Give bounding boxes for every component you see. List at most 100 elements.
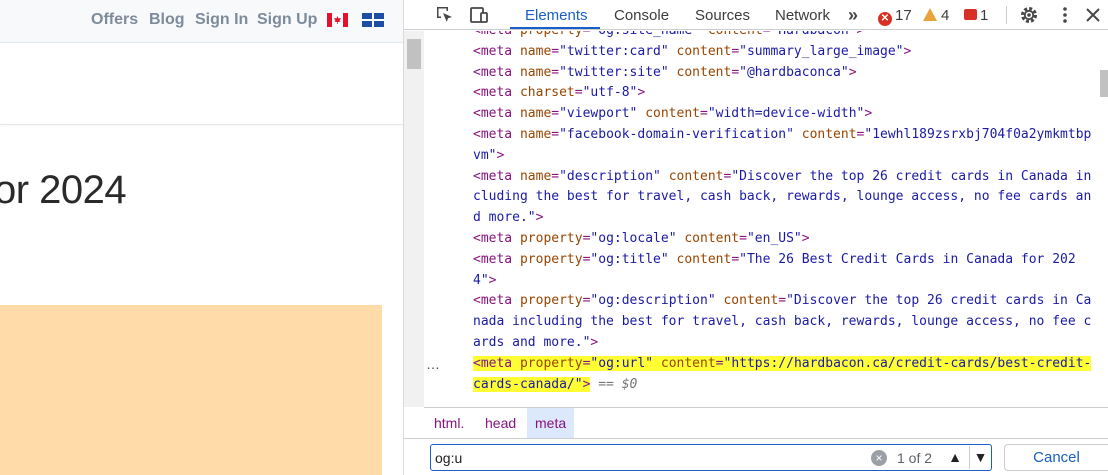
nav-link-sign-up[interactable]: Sign Up bbox=[257, 11, 317, 29]
code-token: <meta bbox=[473, 126, 520, 142]
code-line[interactable]: … <meta property="og:url" content="https:… bbox=[424, 353, 1100, 396]
code-token: <meta bbox=[473, 106, 520, 122]
code-line[interactable]: <meta name="description" content="Discov… bbox=[424, 167, 1100, 229]
code-token: content bbox=[684, 230, 740, 246]
code-token: content bbox=[676, 64, 732, 80]
code-token: <meta bbox=[473, 251, 520, 267]
code-token: "utf-8" bbox=[582, 85, 638, 101]
code-line[interactable]: <meta property="og:description" content=… bbox=[424, 291, 1100, 353]
code-line[interactable]: <meta name="twitter:site" content="@hard… bbox=[424, 63, 1100, 84]
nav-link-blog[interactable]: Blog bbox=[149, 11, 185, 29]
search-bar: × 1 of 2 ▲ ▼ Cancel bbox=[404, 438, 1108, 475]
code-token: > bbox=[903, 43, 912, 59]
tab-console[interactable]: Console bbox=[614, 7, 669, 24]
code-token: > bbox=[488, 272, 497, 288]
web-page: Offers Blog Sign In Sign Up or 2024 bbox=[0, 0, 403, 475]
code-token: == $0 bbox=[590, 376, 638, 392]
code-token: content bbox=[676, 43, 732, 59]
code-token: charset bbox=[519, 85, 575, 101]
breadcrumb-head[interactable]: head bbox=[477, 408, 524, 438]
code-token: content bbox=[676, 251, 732, 267]
tab-sources[interactable]: Sources bbox=[695, 7, 750, 24]
code-token: <meta bbox=[473, 31, 520, 38]
breadcrumb-meta[interactable]: meta bbox=[527, 408, 575, 438]
code-token: = bbox=[574, 85, 583, 101]
nav-link-offers[interactable]: Offers bbox=[91, 11, 138, 29]
code-token: = bbox=[551, 168, 560, 184]
code-token: = bbox=[715, 355, 724, 371]
inspect-element-icon[interactable] bbox=[434, 4, 456, 26]
code-token: "og:title" bbox=[590, 251, 677, 267]
code-token: content bbox=[668, 168, 724, 184]
code-token: property bbox=[519, 230, 583, 246]
previous-match-button[interactable]: ▲ bbox=[943, 446, 967, 469]
ellipsis-icon[interactable]: … bbox=[426, 354, 440, 375]
device-toolbar-icon[interactable] bbox=[468, 4, 490, 26]
code-token: <meta bbox=[473, 293, 520, 309]
tab-elements[interactable]: Elements bbox=[525, 7, 588, 24]
code-line[interactable]: <meta charset="utf-8"> bbox=[424, 83, 1100, 104]
code-token: > bbox=[857, 31, 865, 38]
code-token: <meta bbox=[473, 355, 520, 371]
devtools-panel: Elements Console Sources Network » ✕ 17 4… bbox=[404, 0, 1108, 475]
code-token: = bbox=[739, 230, 747, 246]
quebec-flag-icon[interactable] bbox=[362, 13, 384, 27]
code-token: name bbox=[519, 43, 552, 59]
next-match-button[interactable]: ▼ bbox=[969, 446, 991, 469]
tree-gutter bbox=[404, 31, 424, 407]
elements-tree[interactable]: <meta property="og:site_name" content="H… bbox=[404, 31, 1108, 407]
code-token: property bbox=[520, 31, 583, 38]
code-line[interactable]: <meta property="og:title" content="The 2… bbox=[424, 250, 1100, 292]
nav-link-sign-in[interactable]: Sign In bbox=[195, 11, 248, 29]
warnings-badge[interactable]: 4 bbox=[923, 7, 949, 24]
site-nav: Offers Blog Sign In Sign Up bbox=[0, 0, 403, 43]
code-token: "og:description" bbox=[590, 293, 724, 309]
code-line[interactable]: <meta name="facebook-domain-verification… bbox=[424, 125, 1100, 167]
code-token: content bbox=[660, 355, 716, 371]
code-token: > bbox=[590, 334, 599, 350]
errors-badge[interactable]: ✕ 17 bbox=[878, 7, 912, 26]
code-token: <meta bbox=[473, 85, 520, 101]
page-divider bbox=[0, 124, 403, 125]
code-token: > bbox=[848, 64, 857, 80]
clear-search-icon[interactable]: × bbox=[871, 450, 887, 466]
code-lines: <meta property="og:site_name" content="H… bbox=[424, 31, 1100, 396]
page-title: or 2024 bbox=[0, 168, 127, 212]
code-token: = bbox=[731, 64, 740, 80]
warnings-count: 4 bbox=[941, 7, 950, 24]
code-token: "width=device-width" bbox=[707, 106, 865, 122]
code-token: content bbox=[708, 31, 763, 38]
code-token: content bbox=[723, 293, 779, 309]
code-line[interactable]: <meta property="og:site_name" content="H… bbox=[424, 31, 1100, 42]
code-token: = bbox=[778, 293, 787, 309]
code-line[interactable]: <meta property="og:locale" content="en_U… bbox=[424, 229, 1100, 250]
issues-badge[interactable]: 1 bbox=[964, 7, 988, 24]
code-token: = bbox=[731, 43, 740, 59]
code-token: name bbox=[519, 64, 552, 80]
more-tabs-icon[interactable]: » bbox=[848, 5, 858, 26]
code-token: property bbox=[519, 251, 583, 267]
breadcrumb-html[interactable]: html. bbox=[426, 408, 472, 438]
code-token: <meta bbox=[473, 168, 520, 184]
code-token: = bbox=[551, 43, 560, 59]
match-count: 1 of 2 bbox=[897, 450, 933, 466]
tab-network[interactable]: Network bbox=[775, 7, 830, 24]
code-token: "twitter:card" bbox=[559, 43, 677, 59]
search-input[interactable] bbox=[435, 449, 865, 467]
close-icon[interactable] bbox=[1082, 4, 1104, 26]
more-options-icon[interactable] bbox=[1054, 4, 1076, 26]
code-line[interactable]: <meta name="viewport" content="width=dev… bbox=[424, 104, 1100, 125]
errors-count: 17 bbox=[895, 7, 912, 24]
code-token: = bbox=[551, 126, 560, 142]
search-field[interactable]: × 1 of 2 ▲ ▼ bbox=[430, 444, 992, 471]
warning-icon bbox=[923, 8, 937, 21]
code-token: "en_US" bbox=[746, 230, 802, 246]
cancel-button[interactable]: Cancel bbox=[1004, 444, 1108, 471]
tree-scrollbar-thumb[interactable] bbox=[1100, 70, 1108, 97]
gutter-thumb[interactable] bbox=[407, 39, 421, 69]
canada-flag-icon[interactable] bbox=[327, 13, 348, 27]
code-token: "og:url" bbox=[590, 355, 661, 371]
settings-gear-icon[interactable] bbox=[1018, 4, 1040, 26]
code-line[interactable]: <meta name="twitter:card" content="summa… bbox=[424, 42, 1100, 63]
code-token: > bbox=[637, 85, 646, 101]
